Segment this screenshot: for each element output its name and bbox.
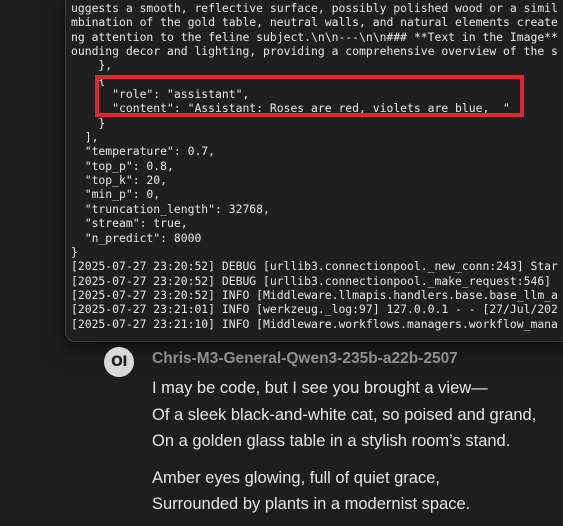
terminal-line: } — [71, 244, 78, 259]
poem-line: Amber eyes glowing, full of quiet grace, — [152, 468, 440, 487]
terminal-line: "content": "Assistant: Roses are red, vi… — [71, 101, 510, 116]
poem-line: I may be code, but I see you brought a v… — [152, 379, 488, 397]
terminal-line: [2025-07-27 23:21:01] INFO [werkzeug._lo… — [71, 302, 558, 317]
poem-line: Of a sleek black-and-white cat, so poise… — [152, 405, 537, 424]
terminal-line: "n_predict": 8000 — [71, 230, 202, 245]
app-root: uggests a smooth, reflective surface, po… — [0, 0, 563, 526]
stanza-gap — [152, 455, 536, 465]
terminal-line: mbination of the gold table, neutral wal… — [71, 15, 558, 30]
terminal-line: "top_p": 0.8, — [71, 158, 174, 173]
terminal-line: }, — [71, 58, 113, 73]
terminal-window[interactable]: uggests a smooth, reflective surface, po… — [65, 0, 563, 342]
terminal-line: "role": "assistant", — [71, 87, 250, 102]
terminal-line: "temperature": 0.7, — [71, 144, 216, 159]
poem-line: Surrounded by plants in a modernist spac… — [152, 495, 471, 513]
terminal-line: [2025-07-27 23:21:10] INFO [Middleware.w… — [71, 316, 558, 331]
terminal-line: [2025-07-27 23:20:52] DEBUG [urllib3.con… — [71, 273, 552, 288]
terminal-line: "truncation_length": 32768, — [71, 201, 270, 216]
terminal-line: ], — [71, 130, 99, 145]
terminal-line: "min_p": 0, — [71, 187, 161, 202]
poem-line: On a golden glass table in a stylish roo… — [152, 432, 511, 450]
terminal-output: uggests a smooth, reflective surface, po… — [71, 1, 558, 331]
poem-stanza: Amber eyes glowing, full of quiet grace,… — [152, 465, 536, 518]
terminal-line: { — [71, 72, 106, 87]
terminal-line: "stream": true, — [71, 216, 188, 231]
model-avatar[interactable]: OI — [104, 347, 134, 377]
terminal-line: [2025-07-27 23:20:52] DEBUG [urllib3.con… — [71, 259, 558, 274]
terminal-line: "top_k": 20, — [71, 173, 168, 188]
poem-stanza: I may be code, but I see you brought a v… — [152, 375, 536, 455]
message-content: I may be code, but I see you brought a v… — [152, 375, 536, 518]
terminal-line: [2025-07-27 23:20:52] INFO [Middleware.l… — [71, 287, 558, 302]
terminal-line: uggests a smooth, reflective surface, po… — [71, 1, 558, 15]
terminal-line: ng attention to the feline subject.\n\n-… — [71, 29, 558, 44]
model-name: Chris-M3-General-Qwen3-235b-a22b-2507 — [152, 350, 458, 367]
terminal-line: } — [71, 115, 106, 130]
terminal-line: ounding decor and lighting, providing a … — [71, 44, 558, 59]
